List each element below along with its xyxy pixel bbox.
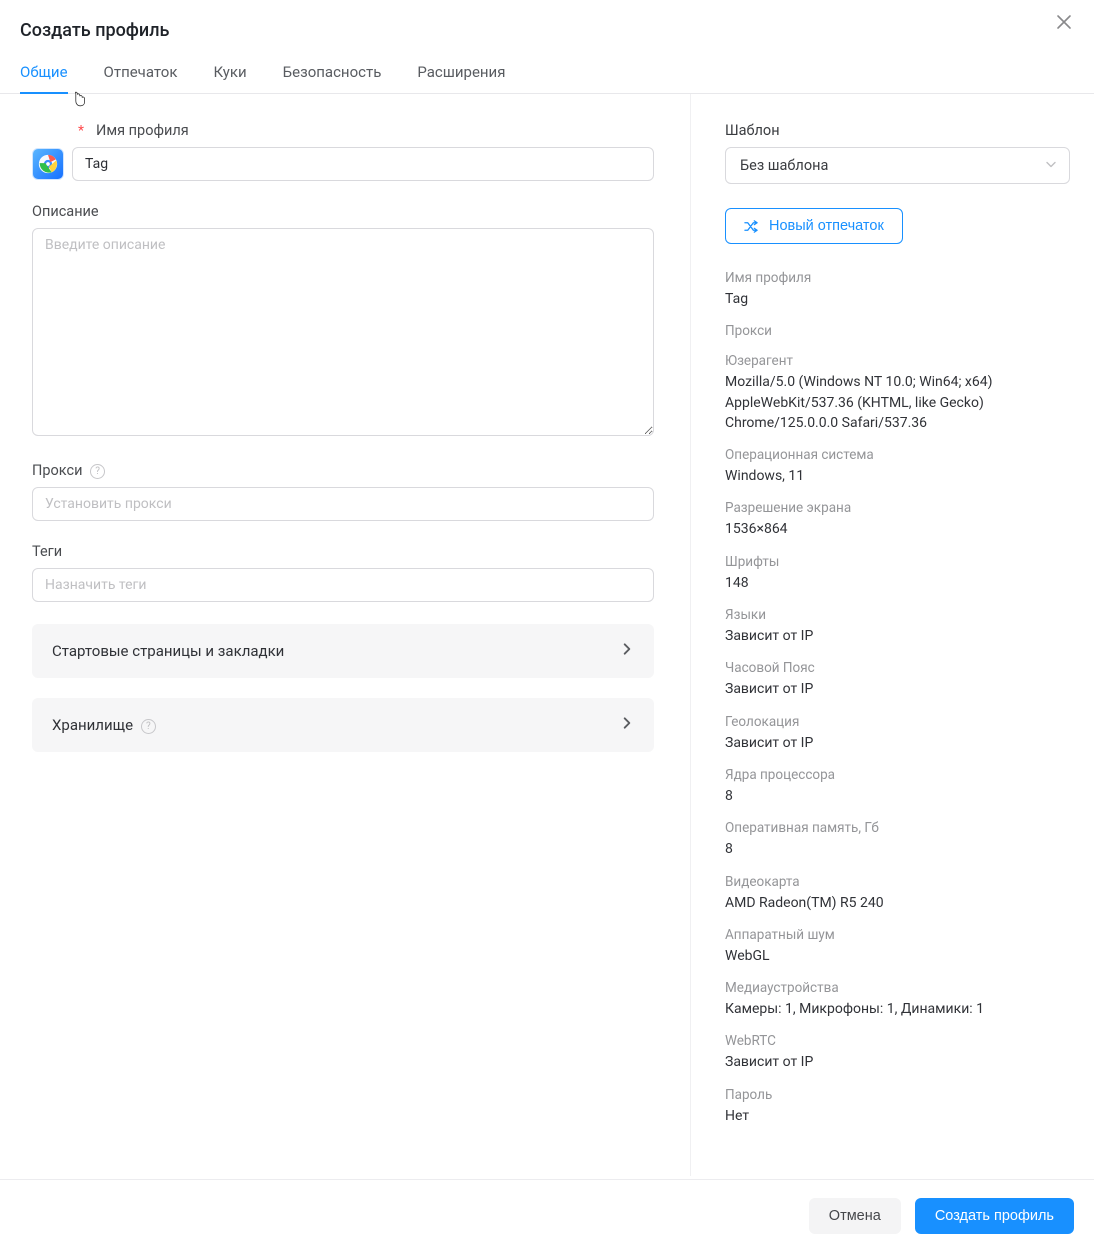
collapse-storage-title: Хранилище ? — [52, 716, 156, 734]
cancel-button[interactable]: Отмена — [809, 1198, 901, 1234]
collapse-storage[interactable]: Хранилище ? — [32, 698, 654, 752]
tab-security[interactable]: Безопасность — [283, 55, 382, 93]
info-value: 1536×864 — [725, 519, 1070, 539]
info-value: 8 — [725, 839, 1070, 859]
info-label: Геолокация — [725, 714, 1070, 730]
info-label: Шрифты — [725, 554, 1070, 570]
info-label: WebRTC — [725, 1033, 1070, 1049]
help-icon[interactable]: ? — [90, 464, 105, 479]
tab-cookies[interactable]: Куки — [213, 55, 246, 93]
template-select[interactable]: Без шаблона — [725, 147, 1070, 184]
info-value: Mozilla/5.0 (Windows NT 10.0; Win64; x64… — [725, 372, 1070, 433]
info-value: Камеры: 1, Микрофоны: 1, Динамики: 1 — [725, 999, 1070, 1019]
info-block: Операционная система Windows, 11 — [725, 447, 1070, 486]
submit-button[interactable]: Создать профиль — [915, 1198, 1074, 1234]
info-value: Зависит от IP — [725, 626, 1070, 646]
info-label: Языки — [725, 607, 1070, 623]
tabs: Общие Отпечаток Куки Безопасность Расшир… — [0, 55, 1094, 94]
chevron-right-icon — [620, 716, 634, 734]
info-label: Ядра процессора — [725, 767, 1070, 783]
info-value: Зависит от IP — [725, 1052, 1070, 1072]
modal-footer: Отмена Создать профиль — [0, 1179, 1094, 1252]
close-button[interactable] — [1056, 14, 1076, 34]
info-block: Геолокация Зависит от IP — [725, 714, 1070, 753]
tags-label: Теги — [32, 543, 654, 560]
info-label: Юзерагент — [725, 353, 1070, 369]
template-label: Шаблон — [725, 122, 1070, 139]
info-label: Видеокарта — [725, 874, 1070, 890]
info-label: Аппаратный шум — [725, 927, 1070, 943]
info-block: Шрифты 148 — [725, 554, 1070, 593]
info-block: Часовой Пояс Зависит от IP — [725, 660, 1070, 699]
info-value: Зависит от IP — [725, 733, 1070, 753]
profile-avatar[interactable] — [32, 148, 64, 180]
new-fingerprint-label: Новый отпечаток — [769, 218, 884, 234]
info-block: Юзерагент Mozilla/5.0 (Windows NT 10.0; W… — [725, 353, 1070, 433]
info-value: Tag — [725, 289, 1070, 309]
tab-general[interactable]: Общие — [20, 55, 68, 93]
info-block: Аппаратный шум WebGL — [725, 927, 1070, 966]
modal-title: Создать профиль — [20, 20, 1074, 41]
tab-fingerprint[interactable]: Отпечаток — [104, 55, 178, 93]
proxy-input[interactable] — [32, 487, 654, 521]
name-label: Имя профиля — [96, 122, 189, 139]
template-value: Без шаблона — [740, 157, 828, 174]
browser-icon — [37, 153, 59, 175]
info-value: Windows, 11 — [725, 466, 1070, 486]
info-value: AMD Radeon(TM) R5 240 — [725, 893, 1070, 913]
info-block: Прокси — [725, 323, 1070, 339]
info-block: Пароль Нет — [725, 1087, 1070, 1126]
help-icon[interactable]: ? — [141, 719, 156, 734]
description-textarea[interactable] — [32, 228, 654, 436]
info-block: WebRTC Зависит от IP — [725, 1033, 1070, 1072]
chevron-down-icon — [1045, 157, 1057, 174]
info-value: Зависит от IP — [725, 679, 1070, 699]
info-value: Нет — [725, 1106, 1070, 1126]
tags-input[interactable] — [32, 568, 654, 602]
info-label: Операционная система — [725, 447, 1070, 463]
profile-name-input[interactable] — [72, 147, 654, 181]
proxy-label: Прокси ? — [32, 462, 654, 479]
collapse-start-pages[interactable]: Стартовые страницы и закладки — [32, 624, 654, 678]
shuffle-icon — [744, 219, 759, 234]
info-block: Видеокарта AMD Radeon(TM) R5 240 — [725, 874, 1070, 913]
info-block: Оперативная память, Гб 8 — [725, 820, 1070, 859]
info-value: 8 — [725, 786, 1070, 806]
info-label: Оперативная память, Гб — [725, 820, 1070, 836]
info-value: 148 — [725, 573, 1070, 593]
description-label: Описание — [32, 203, 654, 220]
info-label: Имя профиля — [725, 270, 1070, 286]
info-value: WebGL — [725, 946, 1070, 966]
chevron-right-icon — [620, 642, 634, 660]
new-fingerprint-button[interactable]: Новый отпечаток — [725, 208, 903, 244]
info-block: Разрешение экрана 1536×864 — [725, 500, 1070, 539]
collapse-start-title: Стартовые страницы и закладки — [52, 642, 284, 660]
info-block: Медиаустройства Камеры: 1, Микрофоны: 1, … — [725, 980, 1070, 1019]
close-icon — [1056, 14, 1072, 30]
info-label: Часовой Пояс — [725, 660, 1070, 676]
info-label: Прокси — [725, 323, 1070, 339]
required-asterisk: * — [78, 123, 84, 139]
info-block: Ядра процессора 8 — [725, 767, 1070, 806]
tab-extensions[interactable]: Расширения — [417, 55, 505, 93]
info-block: Языки Зависит от IP — [725, 607, 1070, 646]
info-label: Разрешение экрана — [725, 500, 1070, 516]
info-label: Пароль — [725, 1087, 1070, 1103]
info-block: Имя профиля Tag — [725, 270, 1070, 309]
info-label: Медиаустройства — [725, 980, 1070, 996]
